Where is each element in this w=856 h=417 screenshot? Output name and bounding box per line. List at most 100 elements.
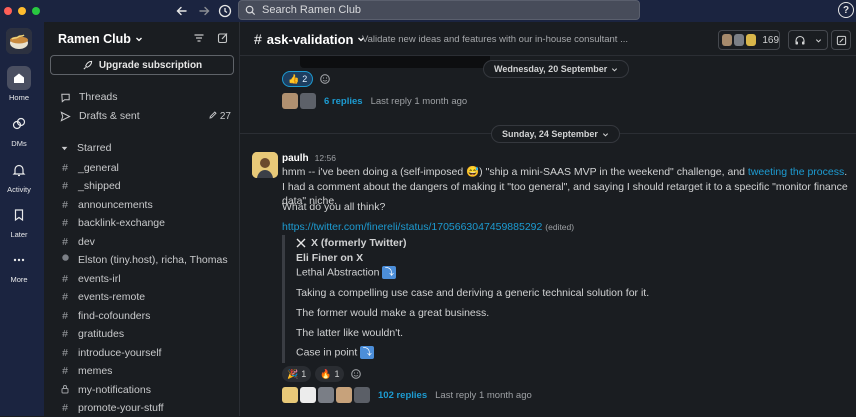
minimize-window-button[interactable] [18,7,26,15]
canvas-icon [836,35,846,45]
thread-summary[interactable]: 6 replies Last reply 1 month ago [282,93,467,109]
hash-icon: # [62,180,68,192]
hash-icon: # [62,291,68,303]
workspace-name-menu[interactable]: Ramen Club [58,32,143,46]
close-window-button[interactable] [4,7,12,15]
bell-icon [12,164,26,177]
unfurl-text-last: Case in point ⤵ [296,346,375,359]
reaction-count: 2 [302,74,308,84]
sidebar-item-channel[interactable]: Elston (tiny.host), richa, Thomas [60,251,231,269]
avatar [336,387,352,403]
reaction-thumbs-up[interactable]: 👍 2 [282,71,314,87]
hash-icon: # [62,347,68,359]
window-controls [4,7,40,15]
sidebar-item-label: Elston (tiny.host), richa, Thomas [78,254,228,266]
rail-home-label: Home [8,93,29,102]
avatar[interactable] [252,152,278,178]
date-divider-jump[interactable]: Wednesday, 20 September [483,60,630,78]
bookmark-icon [14,209,24,222]
hash-icon: # [62,365,68,377]
unfurl-author-link[interactable]: Eli Finer on X [296,252,363,264]
sidebar-item-channel[interactable]: # _general [60,159,231,177]
channel-description[interactable]: Validate new ideas and features with our… [362,34,628,45]
chevron-down-icon [612,67,618,72]
members-button[interactable]: 169 [718,30,780,50]
message-author[interactable]: paulh [282,153,309,164]
rail-more-label: More [10,275,28,284]
rail-more[interactable]: More [0,248,38,284]
link-unfurl: X (formerly Twitter) Eli Finer on X Leth… [282,235,649,363]
hash-icon: # [254,31,262,47]
tweeting-link[interactable]: tweeting the process [748,166,844,178]
history-clock-icon[interactable] [215,1,235,21]
sidebar-item-threads[interactable]: Threads [60,88,231,106]
message-paragraph: What do you all think? [282,201,386,213]
compose-icon[interactable] [217,32,229,44]
rail-home[interactable]: Home [0,66,38,102]
avatar [746,34,757,46]
sidebar-item-channel[interactable]: # events-remote [60,288,231,306]
rail-dms[interactable]: DMs [0,112,38,148]
replies-link[interactable]: 6 replies [324,96,363,107]
hash-icon: # [62,310,68,322]
reaction-count: 1 [301,369,307,379]
reaction-fire[interactable]: 🔥 1 [315,366,345,382]
forward-arrow-icon[interactable] [194,1,214,21]
sidebar-item-channel[interactable]: # introduce-yourself [60,344,231,362]
sidebar-item-label: dev [78,236,95,248]
sidebar-item-drafts[interactable]: Drafts & sent 27 [60,107,231,125]
section-starred[interactable]: Starred [60,139,231,157]
sidebar-item-label: events-remote [78,291,146,303]
reaction-party[interactable]: 🎉 1 [282,366,312,382]
rocket-icon [83,60,92,70]
rail-activity[interactable]: Activity [0,158,38,194]
unfurl-text: Taking a compelling use case and derivin… [296,287,650,299]
hash-icon: # [62,328,68,340]
message-timestamp[interactable]: 12:56 [315,153,336,163]
hash-icon: # [62,162,68,174]
sidebar-item-channel[interactable]: # promote-your-stuff [60,399,231,417]
search-input[interactable]: Search Ramen Club [238,0,640,20]
unfurl-source: X (formerly Twitter) [296,237,406,249]
sidebar-item-label: _general [78,162,119,174]
search-icon [245,5,256,15]
hash-icon: # [62,236,68,248]
channel-header: # ask-validation Validate new ideas and … [240,22,856,56]
date-divider-jump[interactable]: Sunday, 24 September [491,125,620,143]
previous-message-media [300,56,490,68]
back-arrow-icon[interactable] [172,1,192,21]
help-icon[interactable]: ? [838,2,854,18]
huddle-button[interactable] [788,30,828,50]
filter-icon[interactable] [193,32,205,44]
pencil-icon [209,110,217,119]
reaction-count: 1 [334,369,340,379]
workspace-icon[interactable] [6,28,32,54]
thread-summary[interactable]: 102 replies Last reply 1 month ago [282,387,532,403]
add-reaction-icon[interactable] [348,366,364,382]
sidebar-item-channel[interactable]: # backlink-exchange [60,214,231,232]
channel-name-button[interactable]: # ask-validation [254,31,365,47]
sidebar-item-label: Threads [79,91,118,103]
hash-icon: # [62,273,68,285]
sidebar-item-channel[interactable]: my-notifications [60,381,231,399]
chevron-down-icon [816,38,822,43]
tweet-url-link[interactable]: https://twitter.com/finereli/status/1705… [282,221,542,233]
rail-later[interactable]: Later [0,203,38,239]
sidebar-item-channel[interactable]: # gratitudes [60,325,231,343]
replies-link[interactable]: 102 replies [378,390,427,401]
sidebar-item-channel[interactable]: # dev [60,233,231,251]
zoom-window-button[interactable] [32,7,40,15]
sidebar-item-channel[interactable]: # _shipped [60,177,231,195]
avatar [734,34,745,46]
edited-label: (edited) [545,222,575,232]
upgrade-subscription-button[interactable]: Upgrade subscription [50,55,234,75]
channel-title: ask-validation [266,31,354,47]
search-placeholder: Search Ramen Club [262,4,362,16]
date-label: Wednesday, 20 September [494,64,608,74]
sidebar-item-channel[interactable]: # announcements [60,196,231,214]
sidebar-item-channel[interactable]: # find-cofounders [60,307,231,325]
sidebar-item-channel[interactable]: # events-irl [60,270,231,288]
canvas-button[interactable] [831,30,851,50]
add-reaction-icon[interactable] [317,71,333,87]
sidebar-item-channel[interactable]: # memes [60,362,231,380]
